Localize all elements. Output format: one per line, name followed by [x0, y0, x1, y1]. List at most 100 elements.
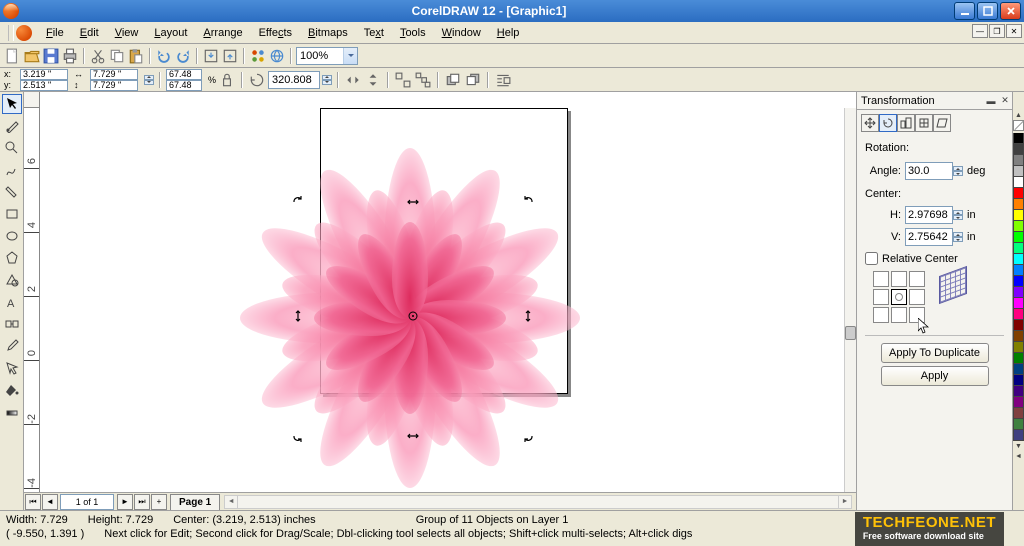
anchor-center[interactable]: [891, 289, 907, 305]
swatch-10[interactable]: [1013, 243, 1024, 254]
menu-tools[interactable]: Tools: [392, 24, 434, 42]
swatch-17[interactable]: [1013, 320, 1024, 331]
menu-view[interactable]: View: [107, 24, 147, 42]
redo-button[interactable]: [174, 47, 192, 65]
corel-online-button[interactable]: [268, 47, 286, 65]
swatch-26[interactable]: [1013, 419, 1024, 430]
menu-effects[interactable]: Effects: [251, 24, 300, 42]
app-menu-icon[interactable]: [16, 25, 32, 41]
pick-tool[interactable]: [2, 94, 22, 114]
app-launcher-button[interactable]: [249, 47, 267, 65]
interactive-fill-tool[interactable]: [2, 402, 22, 422]
x-input[interactable]: 3.219 ": [20, 69, 68, 80]
menu-text[interactable]: Text: [356, 24, 392, 42]
rotate-handle-br[interactable]: [520, 428, 536, 444]
center-h-input[interactable]: 2.97698: [905, 206, 953, 224]
scale-y-input[interactable]: 67.48: [166, 80, 202, 91]
doc-close-button[interactable]: ✕: [1006, 24, 1022, 38]
outline-tool[interactable]: [2, 358, 22, 378]
docker-tab-skew[interactable]: [933, 114, 951, 132]
angle-spinner[interactable]: [953, 166, 963, 176]
copy-button[interactable]: [108, 47, 126, 65]
docker-collapse-button[interactable]: ▬: [984, 94, 998, 108]
relative-center-checkbox[interactable]: [865, 252, 878, 265]
open-button[interactable]: [23, 47, 41, 65]
swatch-24[interactable]: [1013, 397, 1024, 408]
skew-handle-bottom[interactable]: [405, 428, 421, 444]
swatch-20[interactable]: [1013, 353, 1024, 364]
size-spinner[interactable]: [144, 75, 154, 85]
anchor-mr[interactable]: [909, 289, 925, 305]
center-v-spinner[interactable]: [953, 232, 963, 242]
ruler-vertical[interactable]: -4-20246: [24, 108, 40, 492]
anchor-ml[interactable]: [873, 289, 889, 305]
swatch-25[interactable]: [1013, 408, 1024, 419]
anchor-bc[interactable]: [891, 307, 907, 323]
rotate-handle-bl[interactable]: [290, 428, 306, 444]
mirror-h-button[interactable]: [344, 71, 362, 89]
drawing-canvas[interactable]: [40, 108, 844, 492]
swatch-5[interactable]: [1013, 188, 1024, 199]
zoom-tool[interactable]: [2, 138, 22, 158]
swatch-1[interactable]: [1013, 144, 1024, 155]
minimize-button[interactable]: [954, 2, 975, 20]
ungroup-all-button[interactable]: [414, 71, 432, 89]
ungroup-button[interactable]: [394, 71, 412, 89]
zoom-combo[interactable]: 100%: [296, 47, 358, 65]
swatch-9[interactable]: [1013, 232, 1024, 243]
ellipse-tool[interactable]: [2, 226, 22, 246]
menu-layout[interactable]: Layout: [146, 24, 195, 42]
cut-button[interactable]: [89, 47, 107, 65]
docker-tab-rotate[interactable]: [879, 114, 897, 132]
close-button[interactable]: [1000, 2, 1021, 20]
palette-up-button[interactable]: ▲: [1013, 110, 1024, 120]
rotation-spinner[interactable]: [322, 75, 332, 85]
export-button[interactable]: [221, 47, 239, 65]
angle-input[interactable]: 30.0: [905, 162, 953, 180]
anchor-tc[interactable]: [891, 271, 907, 287]
palette-flyout-button[interactable]: ◄: [1013, 451, 1024, 461]
swatch-15[interactable]: [1013, 298, 1024, 309]
doc-minimize-button[interactable]: —: [972, 24, 988, 38]
vertical-scrollbar[interactable]: [844, 108, 856, 492]
swatch-14[interactable]: [1013, 287, 1024, 298]
anchor-tl[interactable]: [873, 271, 889, 287]
basic-shapes-tool[interactable]: [2, 270, 22, 290]
menu-help[interactable]: Help: [489, 24, 528, 42]
swatch-16[interactable]: [1013, 309, 1024, 320]
swatch-19[interactable]: [1013, 342, 1024, 353]
rotation-input[interactable]: 320.808: [268, 71, 320, 89]
center-v-input[interactable]: 2.75642: [905, 228, 953, 246]
page-add-button[interactable]: +: [151, 494, 167, 510]
swatch-18[interactable]: [1013, 331, 1024, 342]
to-front-button[interactable]: [444, 71, 462, 89]
eyedropper-tool[interactable]: [2, 336, 22, 356]
skew-handle-left[interactable]: [290, 308, 306, 324]
shape-tool[interactable]: [2, 116, 22, 136]
swatch-21[interactable]: [1013, 364, 1024, 375]
wrap-text-button[interactable]: [494, 71, 512, 89]
page-first-button[interactable]: ⏮: [25, 494, 41, 510]
menu-edit[interactable]: Edit: [72, 24, 107, 42]
smart-draw-tool[interactable]: [2, 182, 22, 202]
new-button[interactable]: [4, 47, 22, 65]
scale-x-input[interactable]: 67.48: [166, 69, 202, 80]
menu-bitmaps[interactable]: Bitmaps: [300, 24, 356, 42]
rectangle-tool[interactable]: [2, 204, 22, 224]
menu-arrange[interactable]: Arrange: [195, 24, 250, 42]
swatch-2[interactable]: [1013, 155, 1024, 166]
swatch-4[interactable]: [1013, 177, 1024, 188]
freehand-tool[interactable]: [2, 160, 22, 180]
paste-button[interactable]: [127, 47, 145, 65]
width-input[interactable]: 7.729 ": [90, 69, 138, 80]
swatch-22[interactable]: [1013, 375, 1024, 386]
horizontal-scrollbar[interactable]: [224, 495, 852, 509]
page-indicator[interactable]: 1 of 1: [60, 494, 114, 510]
skew-handle-right[interactable]: [520, 308, 536, 324]
doc-restore-button[interactable]: ❐: [989, 24, 1005, 38]
swatch-11[interactable]: [1013, 254, 1024, 265]
y-input[interactable]: 2.513 ": [20, 80, 68, 91]
import-button[interactable]: [202, 47, 220, 65]
anchor-bl[interactable]: [873, 307, 889, 323]
swatch-13[interactable]: [1013, 276, 1024, 287]
